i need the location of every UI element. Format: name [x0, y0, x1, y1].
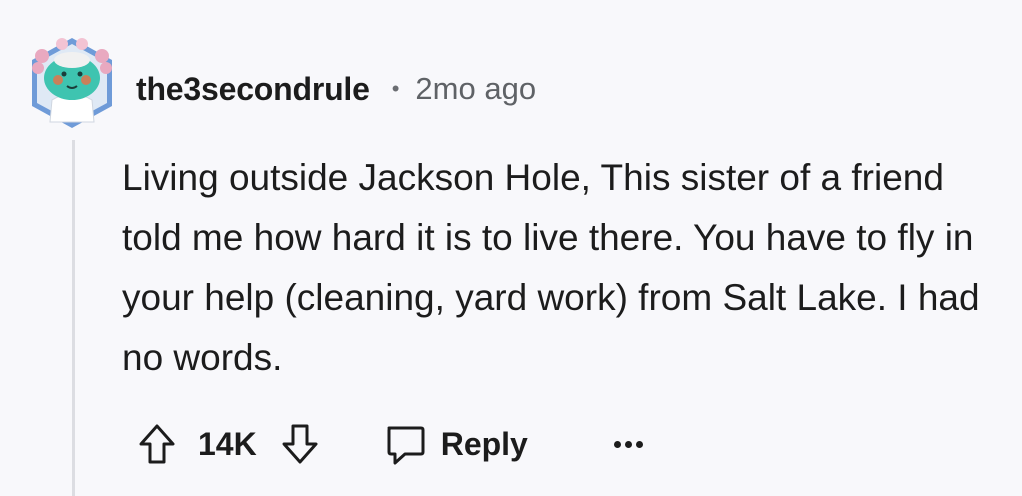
- vote-score: 14K: [198, 425, 257, 462]
- thread-line[interactable]: [72, 140, 75, 496]
- speech-bubble-icon: [387, 426, 425, 465]
- comment-actions: 14K Reply: [134, 414, 647, 474]
- downvote-button[interactable]: [277, 416, 323, 472]
- comment-body: Living outside Jackson Hole, This sister…: [122, 148, 1002, 388]
- comment: the3secondrule • 2mo ago Living outside …: [0, 0, 1022, 496]
- arrow-down-icon: [282, 424, 318, 464]
- timestamp[interactable]: 2mo ago: [415, 71, 536, 107]
- ellipsis-icon: [613, 440, 647, 448]
- axolotl-avatar-icon: [32, 38, 112, 128]
- author-username[interactable]: the3secondrule: [136, 71, 370, 108]
- reply-label: Reply: [440, 425, 528, 462]
- avatar[interactable]: [24, 30, 120, 134]
- comment-header: the3secondrule • 2mo ago: [136, 64, 536, 114]
- more-options-button[interactable]: [613, 424, 647, 464]
- comment-text: Living outside Jackson Hole, This sister…: [122, 157, 980, 378]
- reply-button[interactable]: Reply: [383, 422, 528, 466]
- meta-separator: •: [391, 76, 400, 101]
- upvote-button[interactable]: [134, 416, 180, 472]
- arrow-up-icon: [139, 424, 175, 464]
